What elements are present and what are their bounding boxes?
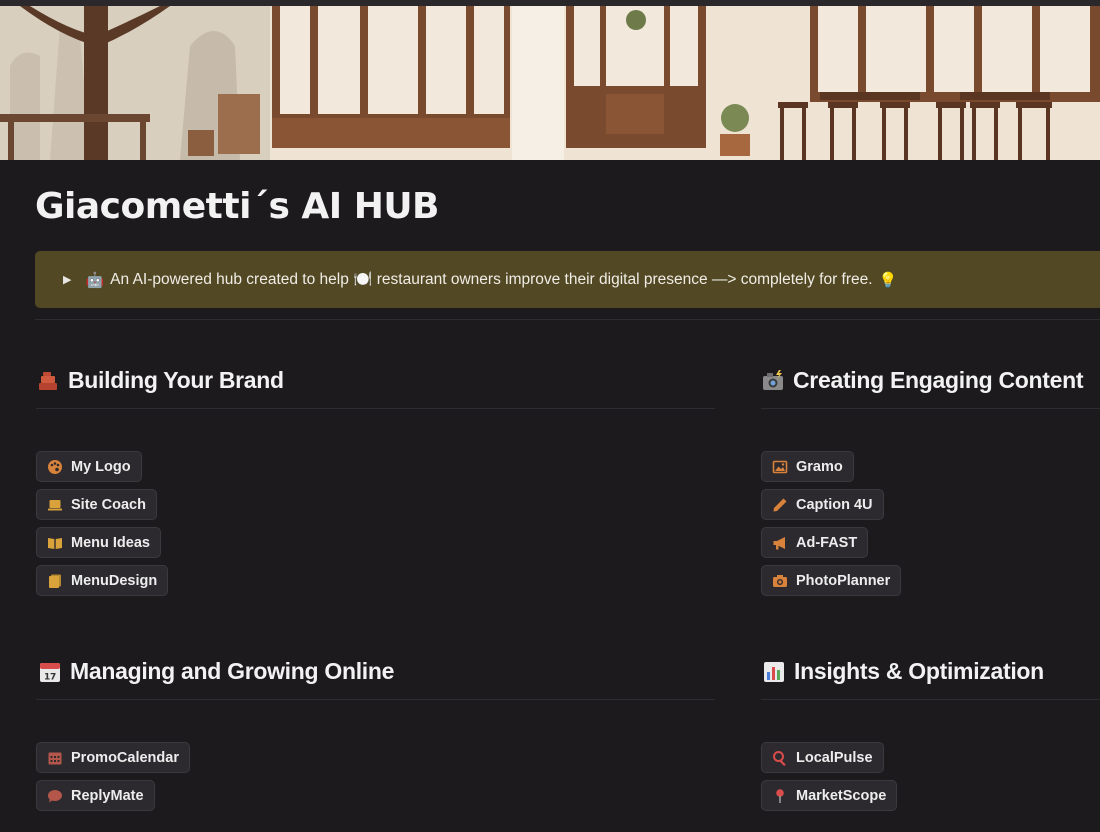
divider <box>761 699 1100 700</box>
laptop-icon <box>46 496 63 513</box>
calendar-grid-icon <box>46 749 63 766</box>
divider <box>36 699 715 700</box>
ad-fast-button[interactable]: Ad-FAST <box>761 527 869 558</box>
menu-design-button[interactable]: MenuDesign <box>36 565 169 596</box>
page-title: Giacometti´s AI HUB <box>35 186 440 227</box>
bar-chart-icon <box>762 660 786 684</box>
button-label: MenuDesign <box>71 572 158 589</box>
button-label: MarketScope <box>796 787 887 804</box>
section-title: Creating Engaging Content <box>793 367 1084 393</box>
section-heading-online: 17 Managing and Growing Online <box>38 658 394 685</box>
promo-calendar-button[interactable]: PromoCalendar <box>36 742 190 773</box>
image-icon <box>771 458 788 475</box>
section-heading-content: Creating Engaging Content <box>761 367 1084 394</box>
divider <box>761 408 1100 409</box>
speech-bubble-icon <box>46 787 63 804</box>
robot-icon: 🤖 <box>85 271 105 289</box>
search-icon <box>771 749 788 766</box>
lightbulb-icon: 💡 <box>878 271 898 289</box>
button-label: Menu Ideas <box>71 534 150 551</box>
menu-ideas-button[interactable]: Menu Ideas <box>36 527 161 558</box>
section-heading-insights: Insights & Optimization <box>762 658 1044 685</box>
site-coach-button[interactable]: Site Coach <box>36 489 157 520</box>
button-label: LocalPulse <box>796 749 873 766</box>
photo-planner-button[interactable]: PhotoPlanner <box>761 565 902 596</box>
button-label: Caption 4U <box>796 496 873 513</box>
local-pulse-button[interactable]: LocalPulse <box>761 742 884 773</box>
calendar-icon: 17 <box>38 660 62 684</box>
camera-icon <box>771 572 788 589</box>
cover-image <box>0 6 1100 160</box>
toggle-triangle-icon[interactable]: ▶ <box>63 273 71 286</box>
pin-icon <box>771 787 788 804</box>
open-book-icon <box>46 534 63 551</box>
button-label: PhotoPlanner <box>796 572 891 589</box>
svg-text:17: 17 <box>44 672 56 682</box>
button-label: ReplyMate <box>71 787 144 804</box>
section-heading-brand: Building Your Brand <box>36 367 284 394</box>
market-scope-button[interactable]: MarketScope <box>761 780 898 811</box>
button-label: Site Coach <box>71 496 146 513</box>
caption-4u-button[interactable]: Caption 4U <box>761 489 884 520</box>
button-label: Gramo <box>796 458 843 475</box>
button-label: Ad-FAST <box>796 534 858 551</box>
divider <box>36 408 715 409</box>
intro-callout[interactable]: ▶ 🤖 An AI-powered hub created to help 🍽️… <box>35 251 1100 308</box>
gramo-button[interactable]: Gramo <box>761 451 854 482</box>
notebook-icon <box>46 572 63 589</box>
megaphone-icon <box>771 534 788 551</box>
callout-text: An AI-powered hub created to help 🍽️ res… <box>110 271 873 288</box>
bricks-icon <box>36 369 60 393</box>
section-title: Insights & Optimization <box>794 658 1044 684</box>
pencil-icon <box>771 496 788 513</box>
divider <box>35 319 1100 320</box>
button-label: My Logo <box>71 458 131 475</box>
section-title: Building Your Brand <box>68 367 284 393</box>
palette-icon <box>46 458 63 475</box>
button-label: PromoCalendar <box>71 749 179 766</box>
camera-flash-icon <box>761 369 785 393</box>
section-title: Managing and Growing Online <box>70 658 395 684</box>
my-logo-button[interactable]: My Logo <box>36 451 142 482</box>
reply-mate-button[interactable]: ReplyMate <box>36 780 155 811</box>
